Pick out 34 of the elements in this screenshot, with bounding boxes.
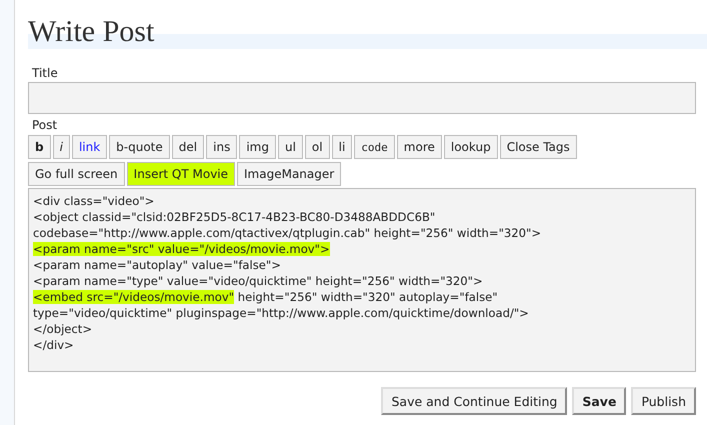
toolbar-button[interactable]: more	[396, 135, 442, 159]
toolbar-button[interactable]: ul	[278, 135, 303, 159]
toolbar-button[interactable]: Close Tags	[500, 135, 577, 159]
code-line: <embed src="/videos/movie.mov" height="256" width="320" autoplay="false"	[33, 289, 499, 305]
title-input[interactable]	[28, 82, 696, 114]
toolbar-button[interactable]: ins	[206, 135, 238, 159]
code-line: codebase="http://www.apple.com/qtactivex/qtplugin.cab" height="256" width="320">	[33, 225, 542, 241]
code-line: </object>	[33, 321, 94, 337]
toolbar-button[interactable]: img	[239, 135, 276, 159]
code-line: <param name="type" value="video/quicktime" height="256" width="320">	[33, 273, 484, 289]
action-button[interactable]: Publish	[631, 387, 696, 415]
code-line: <div class="video">	[33, 193, 156, 209]
toolbar-button[interactable]: del	[172, 135, 204, 159]
toolbar-button[interactable]: Go full screen	[28, 162, 125, 186]
code-line: <param name="autoplay" value="false">	[33, 257, 282, 273]
toolbar-button[interactable]: i	[52, 135, 70, 159]
action-button[interactable]: Save and Continue Editing	[381, 387, 568, 415]
toolbar-button[interactable]: li	[332, 135, 352, 159]
toolbar-button[interactable]: b-quote	[109, 135, 170, 159]
code-line: </div>	[33, 337, 75, 353]
post-editor[interactable]	[28, 188, 696, 372]
code-line: type="video/quicktime" pluginspage="http://www.apple.com/quicktime/download/">	[33, 305, 530, 321]
toolbar-button[interactable]: ImageManager	[237, 162, 342, 186]
field-label: Title	[32, 66, 59, 80]
toolbar-button[interactable]: link	[72, 135, 108, 159]
toolbar-button[interactable]: Insert QT Movie	[126, 162, 236, 186]
field-label: Post	[32, 118, 58, 132]
save-button[interactable]: Save	[572, 387, 626, 415]
toolbar-button[interactable]: lookup	[444, 135, 498, 159]
toolbar-button[interactable]: b	[28, 135, 51, 159]
code-line: <object classid="clsid:02BF25D5-8C17-4B23-BC80-D3488ABDDC6B"	[33, 209, 436, 225]
toolbar-button[interactable]: ol	[304, 135, 330, 159]
toolbar-button[interactable]: code	[354, 135, 395, 159]
page-heading: Write Post	[28, 14, 154, 49]
